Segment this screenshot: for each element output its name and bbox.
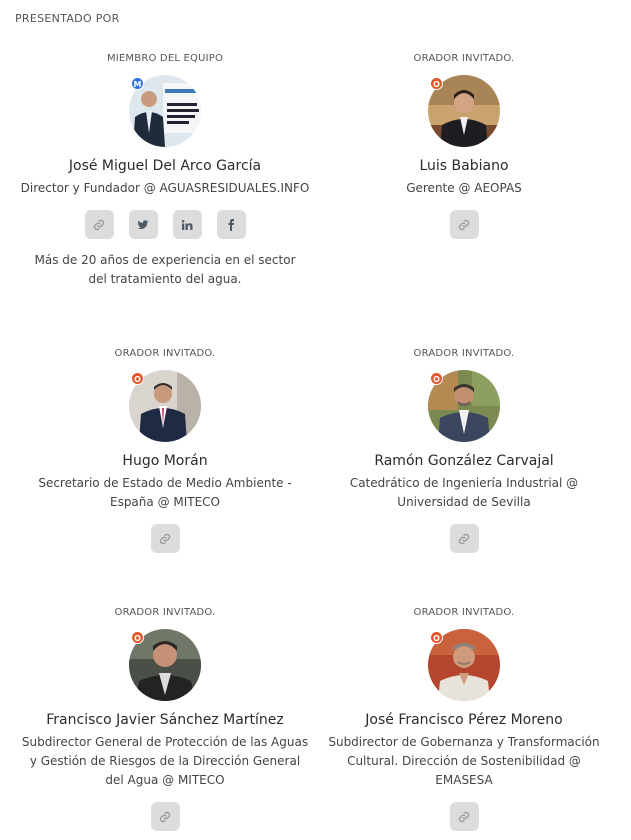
presenter-card: ORADOR INVITADO. O Hugo Morán Secretario… xyxy=(15,347,315,553)
speaker-badge: O xyxy=(430,372,443,385)
speaker-badge: O xyxy=(131,631,144,644)
presenter-name: José Francisco Pérez Moreno xyxy=(365,712,563,728)
avatar[interactable]: O xyxy=(129,370,201,442)
section-title: PRESENTADO POR xyxy=(15,12,120,25)
link-icon xyxy=(159,533,171,544)
twitter-icon xyxy=(137,219,149,229)
presenter-title: Catedrático de Ingeniería Industrial @ U… xyxy=(349,476,579,509)
presenter-name: José Miguel Del Arco García xyxy=(68,158,262,174)
avatar[interactable]: M xyxy=(129,75,201,147)
presenter-card: MIEMBRO DEL EQUIPO M José Miguel Del Arc… xyxy=(15,52,315,289)
member-badge: M xyxy=(131,77,144,90)
presenter-name: Hugo Morán xyxy=(122,453,208,469)
presenter-name: Francisco Javier Sánchez Martínez xyxy=(46,712,284,728)
link-button[interactable] xyxy=(449,210,479,239)
presenter-role: ORADOR INVITADO. xyxy=(413,53,515,64)
link-button[interactable] xyxy=(449,524,479,553)
speaker-badge: O xyxy=(131,372,144,385)
facebook-button[interactable] xyxy=(216,210,246,239)
presenter-role: ORADOR INVITADO. xyxy=(413,607,515,618)
presenter-name: Ramón González Carvajal xyxy=(374,453,554,469)
link-button[interactable] xyxy=(84,210,114,239)
presenter-role: ORADOR INVITADO. xyxy=(114,607,216,618)
presenter-title: Gerente @ AEOPAS xyxy=(406,181,522,195)
presenter-role: ORADOR INVITADO. xyxy=(114,348,216,359)
linkedin-icon xyxy=(181,219,193,230)
speaker-badge: O xyxy=(430,631,443,644)
presenter-card: ORADOR INVITADO. O Francisco Javier Sánc… xyxy=(15,606,315,831)
link-icon xyxy=(458,811,470,822)
avatar[interactable]: O xyxy=(428,629,500,701)
link-icon xyxy=(458,219,470,230)
twitter-button[interactable] xyxy=(128,210,158,239)
presenter-bio: Más de 20 años de experiencia en el sect… xyxy=(34,253,296,286)
facebook-icon xyxy=(228,218,234,231)
link-icon xyxy=(93,219,105,230)
presenter-card: ORADOR INVITADO. O Ramón González Carvaj… xyxy=(314,347,614,553)
speaker-badge: O xyxy=(430,77,443,90)
linkedin-button[interactable] xyxy=(172,210,202,239)
avatar[interactable]: O xyxy=(428,75,500,147)
presenter-title: Subdirector de Gobernanza y Transformaci… xyxy=(328,735,600,787)
presenter-name: Luis Babiano xyxy=(419,158,509,174)
presenter-card: ORADOR INVITADO. O Luis Babiano Gerente … xyxy=(314,52,614,239)
link-button[interactable] xyxy=(150,524,180,553)
presenter-title: Director y Fundador @ AGUASRESIDUALES.IN… xyxy=(20,181,310,195)
avatar[interactable]: O xyxy=(428,370,500,442)
presenter-role: MIEMBRO DEL EQUIPO xyxy=(106,53,224,64)
presenter-card: ORADOR INVITADO. O José Francisco Pérez … xyxy=(314,606,614,831)
avatar[interactable]: O xyxy=(129,629,201,701)
presenter-title: Secretario de Estado de Medio Ambiente -… xyxy=(38,476,292,509)
link-icon xyxy=(458,533,470,544)
link-icon xyxy=(159,811,171,822)
link-button[interactable] xyxy=(150,802,180,831)
presenter-role: ORADOR INVITADO. xyxy=(413,348,515,359)
link-button[interactable] xyxy=(449,802,479,831)
presenter-title: Subdirector General de Protección de las… xyxy=(21,735,309,787)
